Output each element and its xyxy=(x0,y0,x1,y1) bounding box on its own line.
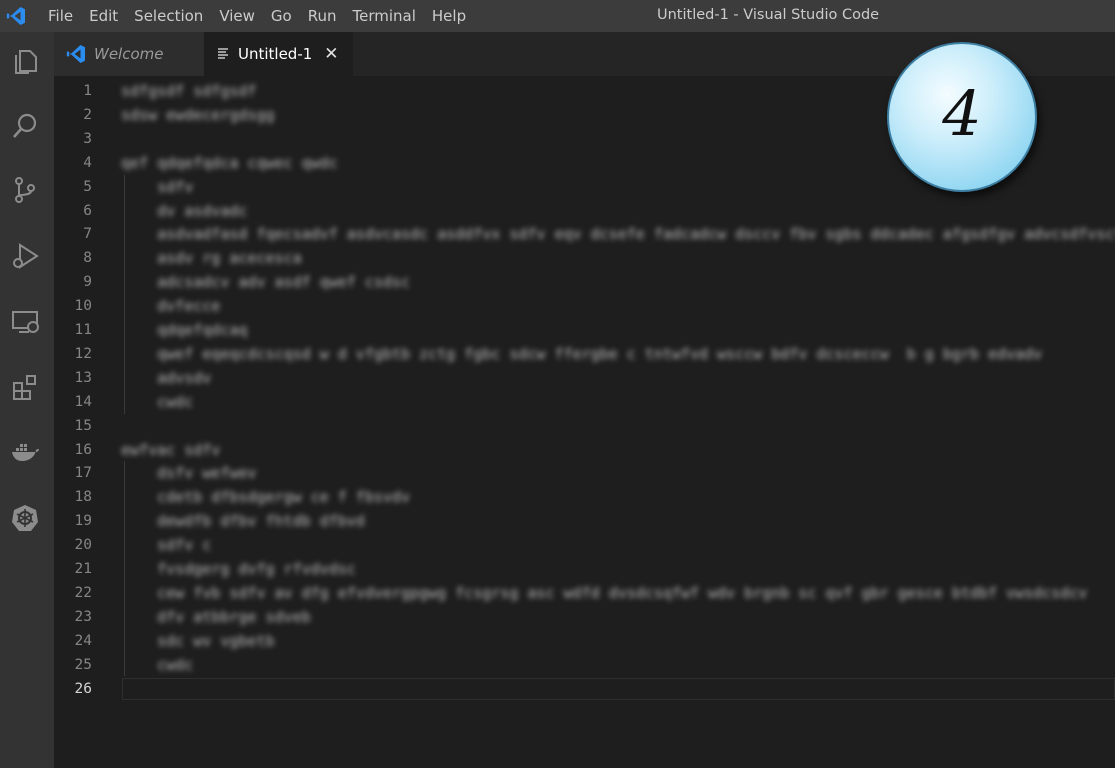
line-number: 1 xyxy=(83,83,92,99)
code-text: sdfgsdf sdfgsdf xyxy=(121,82,257,100)
source-control-icon[interactable] xyxy=(5,170,45,210)
code-text: sdsw ewdecergdsgg xyxy=(121,105,275,124)
code-text: cwdc xyxy=(121,392,194,411)
line-number: 2 xyxy=(83,106,92,123)
title-bar: File Edit Selection View Go Run Terminal… xyxy=(0,0,1115,32)
line-number: 6 xyxy=(83,202,92,219)
code-text: qwef eqeqcdcscqsd w d vfgbtb zctg fgbc s… xyxy=(121,344,1043,363)
line-number: 10 xyxy=(74,298,92,315)
code-line[interactable]: 8 asdv rg acecesca xyxy=(54,246,1115,270)
line-number: 16 xyxy=(74,441,92,458)
code-text: dfv atbbrge sdveb xyxy=(121,607,311,626)
vscode-logo-icon xyxy=(66,44,86,64)
line-number: 22 xyxy=(74,584,92,601)
code-text: cew fvb sdfv av dfg efvdvergpgwg fcsgrsg… xyxy=(121,583,1088,602)
code-text: ewfvac sdfv xyxy=(121,440,221,459)
step-number-badge: 4 xyxy=(887,42,1037,192)
line-number: 23 xyxy=(74,608,92,625)
code-text: sdc wv vgbetb xyxy=(121,631,275,650)
activity-bar xyxy=(0,32,54,768)
code-text: dewdfb dfbv fhtdb dfbvd xyxy=(121,512,365,531)
line-number: 4 xyxy=(83,154,92,171)
code-text: sdfv c xyxy=(121,536,212,555)
line-number: 11 xyxy=(74,322,92,338)
remote-explorer-icon[interactable] xyxy=(5,302,45,342)
code-line[interactable]: 10 dvfecce xyxy=(54,294,1115,318)
code-text: qdqefqdcaq xyxy=(121,321,248,339)
line-number: 5 xyxy=(83,178,92,195)
code-line[interactable]: 17 dsfv wefwev xyxy=(54,461,1115,485)
code-text: sdfv xyxy=(121,177,194,196)
line-number: 9 xyxy=(83,274,92,291)
code-text: adcsadcv adv asdf qwef csdsc xyxy=(121,273,410,292)
explorer-icon[interactable] xyxy=(5,42,45,82)
code-line[interactable]: 15 xyxy=(54,414,1115,438)
kubernetes-icon[interactable] xyxy=(5,498,45,538)
line-number: 18 xyxy=(74,489,92,506)
line-number: 26 xyxy=(74,680,92,697)
line-number: 15 xyxy=(74,417,92,434)
code-text: fvsdgerg dvfg rfvdvdsc xyxy=(121,560,356,578)
code-line[interactable]: 18 cdetb dfbsdgergw ce f fbsvdv xyxy=(54,485,1115,509)
code-line[interactable]: 12 qwef eqeqcdcscqsd w d vfgbtb zctg fgb… xyxy=(54,342,1115,366)
step-number: 4 xyxy=(942,76,982,150)
code-line[interactable]: 25 cwdc xyxy=(54,653,1115,677)
search-icon[interactable] xyxy=(5,106,45,146)
code-line[interactable]: 11 qdqefqdcaq xyxy=(54,318,1115,342)
line-number: 24 xyxy=(74,632,92,649)
code-line[interactable]: 9 adcsadcv adv asdf qwef csdsc xyxy=(54,270,1115,294)
window-title: Untitled-1 - Visual Studio Code xyxy=(657,7,880,23)
text-file-icon xyxy=(216,47,230,61)
code-line[interactable]: 14 cwdc xyxy=(54,390,1115,414)
line-number: 7 xyxy=(83,226,92,243)
line-number: 13 xyxy=(74,369,92,386)
line-number: 20 xyxy=(74,537,92,554)
run-debug-icon[interactable] xyxy=(5,236,45,276)
line-number: 21 xyxy=(74,561,92,577)
code-line[interactable]: 23 dfv atbbrge sdveb xyxy=(54,605,1115,629)
code-text: asdv rg acecesca xyxy=(121,249,302,268)
extensions-icon[interactable] xyxy=(5,367,45,407)
line-number: 25 xyxy=(74,656,92,673)
line-number: 8 xyxy=(83,250,92,267)
tab-label: Untitled-1 xyxy=(238,45,313,63)
code-text: cdetb dfbsdgergw ce f fbsvdv xyxy=(121,488,410,507)
code-line[interactable]: 19 dewdfb dfbv fhtdb dfbvd xyxy=(54,509,1115,533)
line-number: 19 xyxy=(74,513,92,530)
code-line[interactable]: 22 cew fvb sdfv av dfg efvdvergpgwg fcsg… xyxy=(54,581,1115,605)
docker-icon[interactable] xyxy=(5,432,45,472)
code-text: advsdv xyxy=(121,368,212,387)
line-number: 12 xyxy=(74,345,92,362)
code-text: dvfecce xyxy=(121,297,221,316)
code-line[interactable]: 7 asdvadfasd fqecsadvf asdvcasdc asddfvx… xyxy=(54,222,1115,246)
code-text: asdvadfasd fqecsadvf asdvcasdc asddfvx s… xyxy=(121,225,1115,244)
code-text: cwdc xyxy=(121,655,194,674)
code-line[interactable]: 6 dv asdvadc xyxy=(54,199,1115,223)
code-line[interactable]: 20 sdfv c xyxy=(54,533,1115,557)
code-line[interactable]: 24 sdc wv vgbetb xyxy=(54,629,1115,653)
tab-label: Welcome xyxy=(94,45,164,63)
code-line[interactable]: 21 fvsdgerg dvfg rfvdvdsc xyxy=(54,557,1115,581)
code-line[interactable]: 16 ewfvac sdfv xyxy=(54,438,1115,462)
code-text: dv asdvadc xyxy=(121,201,248,220)
line-number: 3 xyxy=(83,130,92,147)
code-line[interactable]: 13 advsdv xyxy=(54,366,1115,390)
code-line[interactable]: 26 xyxy=(54,677,1115,701)
code-text: qef qdqefqdca cqwec qwdc xyxy=(121,153,338,172)
line-number: 17 xyxy=(74,465,92,482)
tab-welcome[interactable]: Welcome xyxy=(54,32,204,76)
line-number: 14 xyxy=(74,393,92,410)
window-title-container: Untitled-1 - Visual Studio Code xyxy=(0,0,1115,30)
close-icon[interactable]: ✕ xyxy=(324,44,338,64)
code-text: dsfv wefwev xyxy=(121,464,257,483)
tab-untitled-1[interactable]: Untitled-1 ✕ xyxy=(204,32,353,76)
